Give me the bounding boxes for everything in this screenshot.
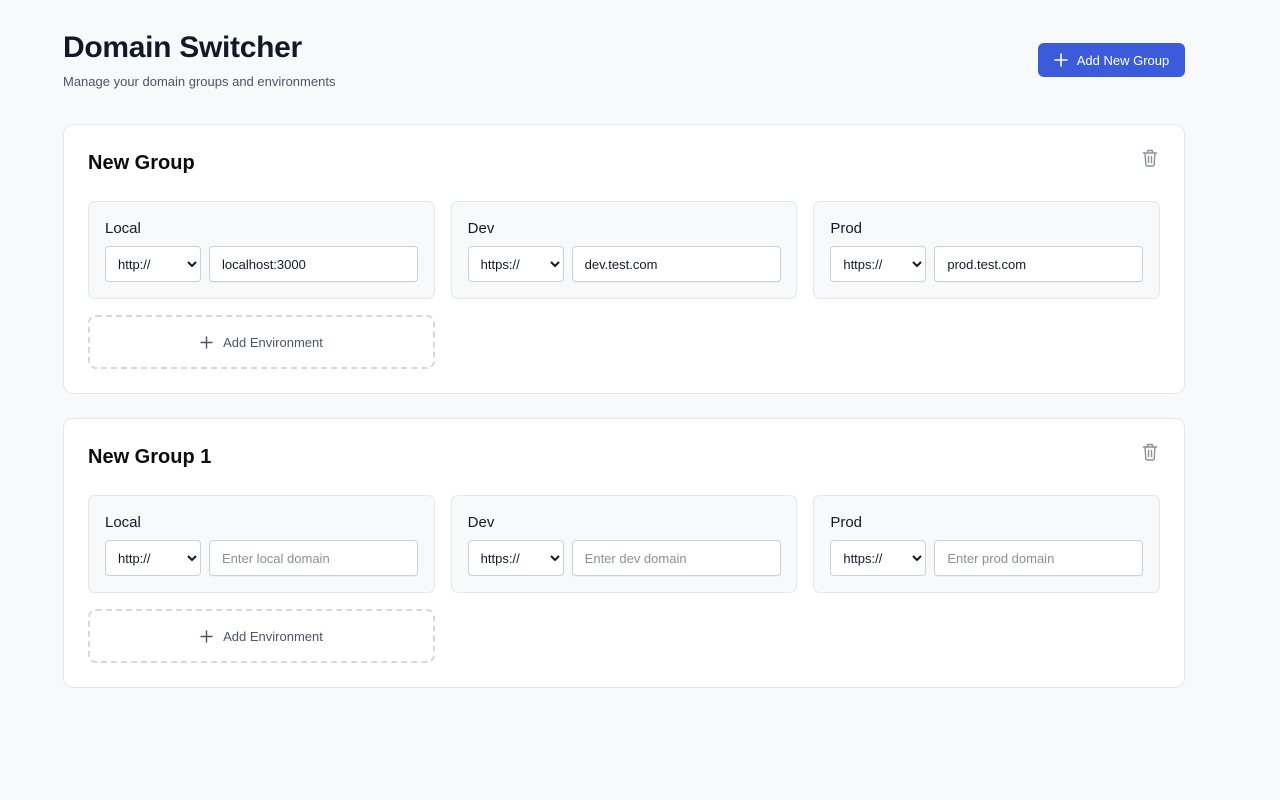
environment-card-local: Local http://	[88, 495, 435, 593]
protocol-select[interactable]: https://	[467, 246, 564, 282]
protocol-select[interactable]: https://	[467, 540, 564, 576]
delete-group-button[interactable]	[1140, 443, 1160, 463]
page-subtitle: Manage your domain groups and environmen…	[63, 74, 336, 89]
plus-icon	[200, 629, 213, 643]
trash-icon	[1142, 149, 1158, 170]
environment-card-prod: Prod https://	[813, 201, 1161, 299]
environment-name: Local	[105, 220, 141, 237]
protocol-select[interactable]: http://	[105, 540, 201, 576]
add-environment-label: Add Environment	[223, 628, 323, 644]
group-card: New Group Local http:// Dev https://	[63, 124, 1185, 394]
environment-name: Dev	[467, 220, 495, 237]
add-environment-label: Add Environment	[223, 334, 323, 350]
environment-card-dev: Dev https://	[450, 201, 798, 299]
add-environment-button[interactable]: Add Environment	[88, 609, 435, 663]
delete-group-button[interactable]	[1140, 149, 1160, 169]
environment-name: Local	[105, 514, 141, 531]
page-header: Domain Switcher Manage your domain group…	[63, 0, 1185, 124]
environment-name: Prod	[830, 514, 863, 531]
protocol-select[interactable]: https://	[830, 246, 927, 282]
domain-input[interactable]	[209, 540, 418, 576]
add-environment-button[interactable]: Add Environment	[88, 315, 435, 369]
domain-input[interactable]	[571, 246, 781, 282]
domain-input[interactable]	[571, 540, 781, 576]
environment-card-dev: Dev https://	[450, 495, 798, 593]
environment-list: Local http:// Dev https:// Prod https://	[88, 201, 1161, 299]
protocol-select[interactable]: http://	[105, 246, 201, 282]
page: Domain Switcher Manage your domain group…	[63, 0, 1185, 712]
domain-input[interactable]	[934, 246, 1144, 282]
environment-name: Prod	[830, 220, 863, 237]
domain-input[interactable]	[934, 540, 1144, 576]
protocol-select[interactable]: https://	[830, 540, 927, 576]
add-new-group-button[interactable]: Add New Group	[1038, 43, 1185, 77]
environment-name: Dev	[467, 514, 495, 531]
group-title: New Group 1	[88, 446, 212, 468]
add-new-group-label: Add New Group	[1076, 52, 1170, 68]
environment-card-local: Local http://	[88, 201, 435, 299]
environment-list: Local http:// Dev https:// Prod https://	[88, 495, 1161, 593]
plus-icon	[200, 335, 213, 349]
trash-icon	[1142, 443, 1158, 464]
group-title: New Group	[88, 152, 195, 174]
domain-input[interactable]	[209, 246, 418, 282]
group-card: New Group 1 Local http:// Dev https://	[63, 418, 1185, 688]
environment-card-prod: Prod https://	[813, 495, 1161, 593]
page-title: Domain Switcher	[63, 31, 302, 64]
plus-icon	[1053, 53, 1068, 67]
